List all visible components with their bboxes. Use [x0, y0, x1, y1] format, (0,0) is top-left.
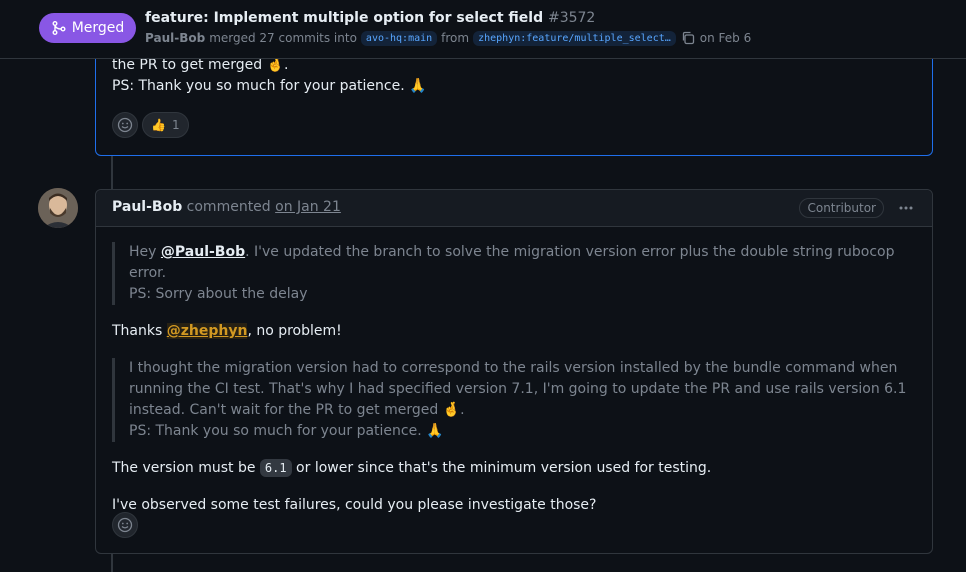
reaction-count: 1	[171, 118, 180, 132]
from-text: from	[441, 31, 470, 45]
reaction-thumbs-up[interactable]: 👍 1	[142, 112, 189, 138]
head-branch[interactable]: zhephyn:feature/multiple_select…	[473, 30, 676, 46]
smiley-icon	[117, 117, 133, 133]
comment-paragraph: Thanks @zhephyn, no problem!	[112, 321, 916, 342]
add-reaction-button[interactable]	[112, 512, 138, 538]
base-branch[interactable]: avo-hq:main	[360, 30, 438, 46]
quote-text: PS: Thank you so much for your patience.…	[129, 423, 444, 439]
comment-paragraph: The version must be 6.1 or lower since t…	[112, 458, 916, 479]
comment-text-line: PS: Thank you so much for your patience.…	[112, 78, 427, 94]
state-label: Merged	[71, 20, 125, 36]
quote-block: I thought the migration version had to c…	[112, 358, 916, 442]
pr-meta: Paul-Bob merged 27 commits into avo-hq:m…	[145, 30, 751, 46]
kebab-horizontal-icon	[899, 206, 913, 210]
comment-options-button[interactable]	[898, 200, 914, 216]
copy-icon[interactable]	[680, 30, 696, 46]
git-merge-icon	[52, 21, 66, 35]
comment-author-link[interactable]: Paul-Bob	[112, 199, 182, 215]
inline-code: 6.1	[259, 459, 292, 477]
text: , no problem!	[247, 323, 342, 339]
mention-link[interactable]: @zhephyn	[166, 323, 248, 339]
merged-text: merged 27 commits into	[209, 31, 357, 45]
comment-header-text: Paul-Bob commented on Jan 21	[112, 199, 341, 215]
quote-text: Hey	[129, 244, 161, 260]
pr-author-link[interactable]: Paul-Bob	[145, 31, 205, 45]
contributor-badge: Contributor	[799, 198, 884, 218]
thumbs-up-icon: 👍	[151, 118, 166, 132]
quote-text: I thought the migration version had to c…	[129, 360, 907, 418]
comment-header: Paul-Bob commented on Jan 21 Contributor	[96, 190, 932, 227]
pr-title: feature: Implement multiple option for s…	[145, 10, 595, 26]
pr-sticky-header: Merged feature: Implement multiple optio…	[0, 0, 966, 59]
smiley-icon	[117, 517, 133, 533]
pr-title-text: feature: Implement multiple option for s…	[145, 10, 544, 26]
text: The version must be	[112, 460, 260, 476]
comment-paragraph: I've observed some test failures, could …	[112, 497, 597, 513]
quote-block: Hey @Paul-Bob. I've updated the branch t…	[112, 242, 916, 305]
merged-state-badge: Merged	[39, 13, 136, 43]
comment-body: the PR to get merged 🤞. PS: Thank you so…	[112, 55, 916, 97]
text: Thanks	[112, 323, 167, 339]
pr-number: #3572	[547, 10, 596, 26]
add-reaction-button[interactable]	[112, 112, 138, 138]
mention-link[interactable]: @Paul-Bob	[161, 244, 245, 260]
comment-paul-bob: Paul-Bob commented on Jan 21 Contributor…	[95, 189, 933, 554]
comment-body: Hey @Paul-Bob. I've updated the branch t…	[112, 242, 916, 516]
comment-date-link[interactable]: on Jan 21	[275, 199, 341, 215]
merge-date: on Feb 6	[699, 31, 752, 45]
comment-action: commented	[186, 199, 271, 215]
avatar[interactable]	[38, 188, 78, 228]
text: or lower since that's the minimum versio…	[291, 460, 712, 476]
quote-text: PS: Sorry about the delay	[129, 286, 308, 302]
